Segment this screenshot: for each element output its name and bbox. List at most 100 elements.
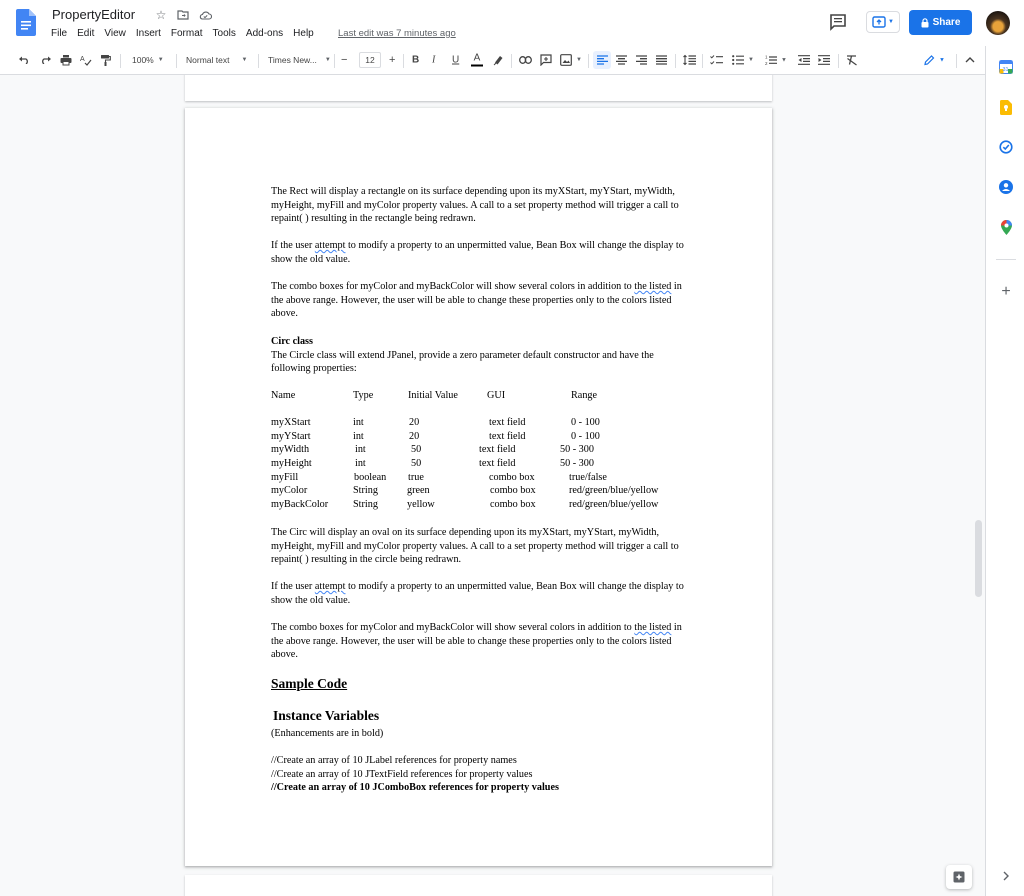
last-edit-link[interactable]: Last edit was 7 minutes ago <box>338 28 456 39</box>
move-folder-icon[interactable] <box>176 8 190 22</box>
increase-font-size-button[interactable]: + <box>389 54 395 66</box>
hide-menus-chevron-up-icon[interactable] <box>965 57 975 63</box>
table-row: myColor String green combo box red/green… <box>271 484 691 498</box>
rect-paragraph-1: The Rect will display a rectangle on its… <box>271 186 679 225</box>
align-right-icon[interactable] <box>636 55 647 65</box>
document-title[interactable]: PropertyEditor <box>52 7 135 22</box>
cell-range: red/green/blue/yellow <box>569 498 659 510</box>
cloud-saved-icon[interactable] <box>198 8 212 22</box>
maps-icon[interactable] <box>998 219 1014 235</box>
add-comment-icon[interactable] <box>540 54 552 66</box>
side-panel: 31 + <box>985 46 1024 896</box>
enhancements-note: (Enhancements are in bold) <box>271 728 384 739</box>
spelling-suggestion[interactable]: attempt <box>315 581 346 592</box>
font-size-input[interactable]: 12 <box>359 52 381 68</box>
spelling-suggestion[interactable]: attempt <box>315 240 346 251</box>
highlight-color-icon[interactable] <box>493 55 504 66</box>
cell-type: int <box>353 417 364 429</box>
chevron-down-icon: ▼ <box>939 57 945 63</box>
table-header-range: Range <box>571 390 598 401</box>
app-header: PropertyEditor ☆ File Edit View Insert F… <box>0 0 1024 46</box>
table-row: myHeight int 50 text field 50 - 300 <box>271 457 691 471</box>
cell-gui: text field <box>489 417 526 429</box>
cell-type: int <box>355 457 366 469</box>
keep-icon[interactable] <box>998 99 1014 115</box>
editing-mode-select[interactable]: ▼ <box>924 55 945 66</box>
cell-initial-value: 50 <box>411 444 422 456</box>
menu-tools[interactable]: Tools <box>208 27 241 41</box>
menu-file[interactable]: File <box>46 27 72 41</box>
cell-gui: combo box <box>489 471 535 483</box>
justify-icon[interactable] <box>656 55 667 65</box>
menu-addons[interactable]: Add-ons <box>241 27 288 41</box>
checklist-icon[interactable] <box>710 55 723 66</box>
cell-name: myWidth <box>271 444 310 456</box>
tasks-icon[interactable] <box>998 139 1014 155</box>
spellcheck-icon[interactable]: A <box>80 54 92 66</box>
grammar-suggestion[interactable]: the listed <box>634 622 671 633</box>
undo-icon[interactable] <box>18 56 30 64</box>
add-addon-plus-icon[interactable]: + <box>998 283 1014 300</box>
star-icon[interactable]: ☆ <box>154 8 168 22</box>
cell-range: 0 - 100 <box>571 430 600 442</box>
menu-help[interactable]: Help <box>288 27 319 41</box>
cell-initial-value: 20 <box>409 417 420 429</box>
account-avatar[interactable] <box>986 11 1010 35</box>
paint-format-icon[interactable] <box>100 54 111 66</box>
grammar-suggestion[interactable]: the listed <box>634 281 671 292</box>
print-icon[interactable] <box>60 55 72 66</box>
align-center-icon[interactable] <box>616 55 627 65</box>
text-run: The combo boxes for myColor and myBackCo… <box>271 281 635 292</box>
decrease-font-size-button[interactable]: − <box>341 54 347 66</box>
calendar-icon[interactable]: 31 <box>998 59 1014 75</box>
toolbar-divider <box>702 54 703 68</box>
cell-name: myYStart <box>271 430 311 442</box>
redo-icon[interactable] <box>40 56 52 64</box>
italic-button[interactable]: I <box>432 55 435 66</box>
menu-format[interactable]: Format <box>166 27 208 41</box>
toolbar-divider <box>120 54 121 68</box>
present-button[interactable]: ▼ <box>866 11 900 33</box>
code-comment-3: //Create an array of 10 JComboBox refere… <box>271 782 559 794</box>
expand-panel-chevron-right-icon[interactable] <box>998 868 1014 884</box>
circ-intro-paragraph: The Circle class will extend JPanel, pro… <box>271 349 654 375</box>
comment-history-icon[interactable] <box>828 12 848 32</box>
bulleted-list-icon[interactable]: ▼ <box>732 55 754 65</box>
align-left-icon[interactable] <box>593 51 611 69</box>
vertical-scrollbar-thumb[interactable] <box>975 520 982 597</box>
toolbar-divider <box>334 54 335 68</box>
explore-button[interactable] <box>946 865 972 889</box>
cell-gui: combo box <box>490 498 536 510</box>
text-color-button[interactable]: A <box>471 53 483 67</box>
svg-text:1: 1 <box>765 55 768 60</box>
link-icon[interactable] <box>519 56 532 64</box>
document-page[interactable]: The Rect will display a rectangle on its… <box>185 108 772 866</box>
increase-indent-icon[interactable] <box>818 55 830 65</box>
cell-initial-value: true <box>408 471 424 483</box>
share-button[interactable]: Share <box>909 10 972 35</box>
style-select[interactable]: Normal text ▼ <box>186 55 247 65</box>
share-label: Share <box>932 17 961 28</box>
insert-image-icon[interactable]: ▼ <box>560 54 582 66</box>
table-row: myYStart int 20 text field 0 - 100 <box>271 430 691 444</box>
decrease-indent-icon[interactable] <box>798 55 810 65</box>
cell-type: String <box>353 485 378 497</box>
rect-paragraph-2: If the user attempt to modify a property… <box>271 239 691 266</box>
underline-button[interactable]: U <box>452 55 459 66</box>
clear-formatting-icon[interactable] <box>846 55 858 66</box>
text-run: The combo boxes for myColor and myBackCo… <box>271 622 635 633</box>
zoom-select[interactable]: 100% ▼ <box>132 55 164 65</box>
menu-view[interactable]: View <box>99 27 131 41</box>
docs-logo-icon[interactable] <box>16 9 36 36</box>
contacts-icon[interactable] <box>998 179 1014 195</box>
bold-button[interactable]: B <box>412 55 419 66</box>
menu-insert[interactable]: Insert <box>131 27 166 41</box>
font-select[interactable]: Times New... ▼ <box>268 55 331 65</box>
document-canvas[interactable]: The Rect will display a rectangle on its… <box>0 75 985 896</box>
numbered-list-icon[interactable]: 12 ▼ <box>765 55 787 66</box>
line-spacing-icon[interactable] <box>683 54 696 66</box>
table-row: myBackColor String yellow combo box red/… <box>271 498 691 512</box>
cell-range: 0 - 100 <box>571 417 600 429</box>
cell-name: myXStart <box>271 417 311 429</box>
menu-edit[interactable]: Edit <box>72 27 99 41</box>
